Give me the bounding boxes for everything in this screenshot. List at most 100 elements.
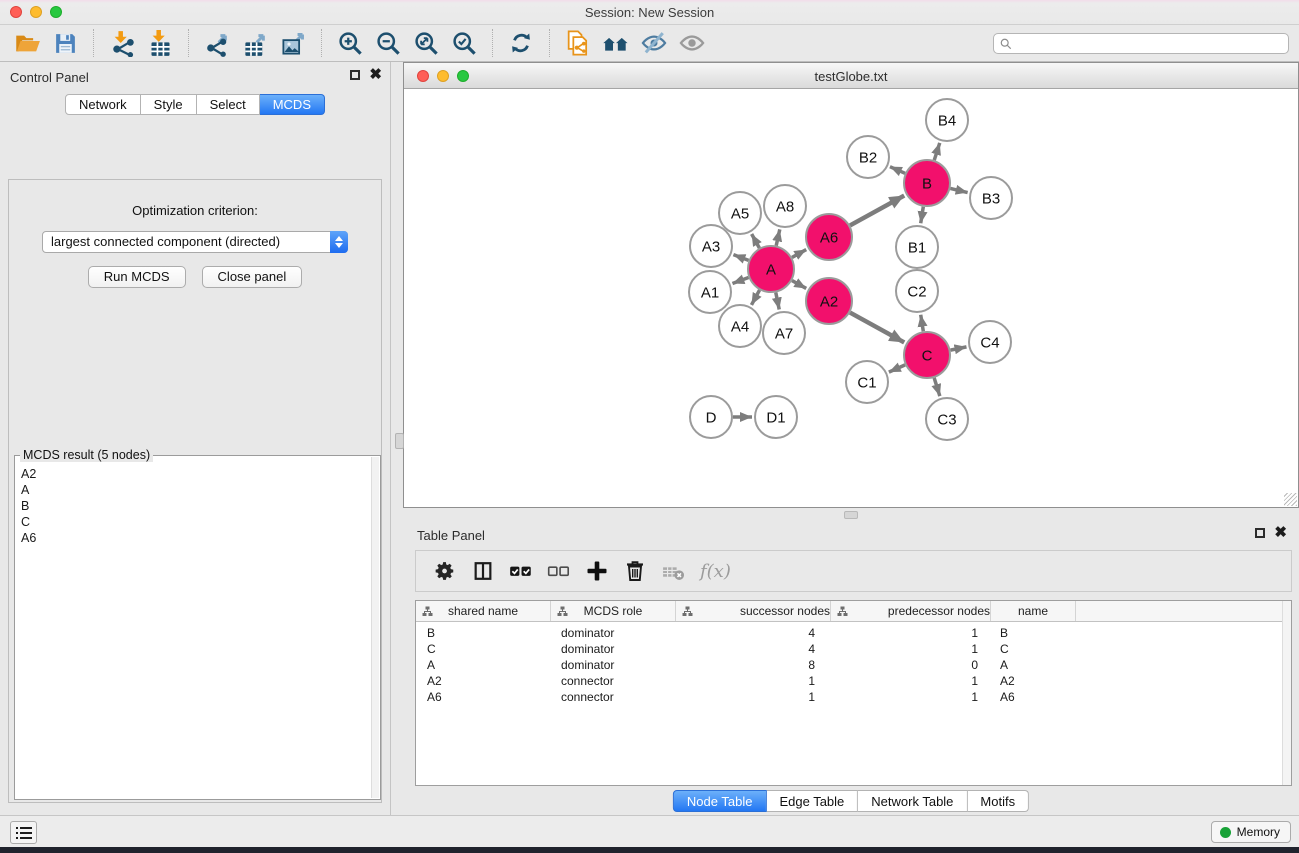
table-cell[interactable]: A <box>416 657 551 673</box>
import-network-button[interactable] <box>106 27 138 59</box>
table-row[interactable]: A6connector11A6 <box>416 689 1282 705</box>
table-settings-button[interactable] <box>428 554 462 588</box>
graph-edge[interactable] <box>850 313 904 343</box>
table-row[interactable]: Cdominator41C <box>416 641 1282 657</box>
search-input[interactable] <box>1018 35 1284 52</box>
tab-network-table[interactable]: Network Table <box>858 790 967 812</box>
horizontal-splitter-handle[interactable] <box>844 511 858 519</box>
graph-edge[interactable] <box>850 196 904 226</box>
table-cell[interactable]: A2 <box>991 673 1076 689</box>
network-graph[interactable]: AA1A2A3A4A5A6A7A8BB1B2B3B4CC1C2C3C4DD1 <box>404 89 1298 507</box>
table-body[interactable]: Bdominator41BCdominator41CAdominator80AA… <box>416 622 1282 785</box>
resize-grip[interactable] <box>1284 493 1297 506</box>
table-cell[interactable]: connector <box>551 673 676 689</box>
show-all-button[interactable] <box>676 27 708 59</box>
close-table-panel-icon[interactable]: ✖ <box>1274 528 1287 538</box>
create-column-button[interactable] <box>580 554 614 588</box>
zoom-in-button[interactable] <box>334 27 366 59</box>
table-cell[interactable]: 8 <box>676 657 831 673</box>
table-cell[interactable]: C <box>991 641 1076 657</box>
mcds-result-list[interactable]: A2ABCA6 <box>16 462 370 798</box>
column-header[interactable]: shared name <box>416 601 551 621</box>
graph-edge[interactable] <box>751 290 759 305</box>
deselect-all-columns-button[interactable] <box>542 554 576 588</box>
tab-node-table[interactable]: Node Table <box>673 790 767 812</box>
table-cell[interactable]: 1 <box>831 625 991 641</box>
first-neighbors-button[interactable] <box>600 27 632 59</box>
zoom-fit-button[interactable] <box>410 27 442 59</box>
delete-table-button[interactable] <box>656 554 690 588</box>
graph-edge[interactable] <box>950 188 967 192</box>
clone-network-button[interactable] <box>562 27 594 59</box>
tab-edge-table[interactable]: Edge Table <box>766 790 858 812</box>
table-row[interactable]: Bdominator41B <box>416 625 1282 641</box>
table-cell[interactable]: A6 <box>416 689 551 705</box>
table-cell[interactable]: connector <box>551 689 676 705</box>
export-network-button[interactable] <box>201 27 233 59</box>
hide-selected-button[interactable] <box>638 27 670 59</box>
list-item[interactable]: B <box>21 498 365 514</box>
table-cell[interactable]: 4 <box>676 625 831 641</box>
graph-edge[interactable] <box>752 234 760 248</box>
list-scrollbar[interactable] <box>371 457 379 798</box>
column-header[interactable]: predecessor nodes <box>831 601 991 621</box>
optimization-criterion-dropdown[interactable]: largest connected component (directed) <box>42 231 348 253</box>
run-mcds-button[interactable]: Run MCDS <box>88 266 186 288</box>
column-header[interactable]: name <box>991 601 1076 621</box>
graph-edge[interactable] <box>921 207 924 224</box>
tab-style[interactable]: Style <box>141 94 197 115</box>
table-cell[interactable]: 1 <box>676 689 831 705</box>
table-cell[interactable]: C <box>416 641 551 657</box>
table-cell[interactable]: 1 <box>831 673 991 689</box>
tab-network[interactable]: Network <box>65 94 141 115</box>
table-cell[interactable]: A6 <box>991 689 1076 705</box>
close-panel-button[interactable]: Close panel <box>202 266 303 288</box>
network-window-titlebar[interactable]: testGlobe.txt <box>404 63 1298 89</box>
table-cell[interactable]: 1 <box>831 689 991 705</box>
zoom-selected-button[interactable] <box>448 27 480 59</box>
float-panel-icon[interactable] <box>350 70 360 80</box>
import-table-button[interactable] <box>144 27 176 59</box>
refresh-button[interactable] <box>505 27 537 59</box>
table-cell[interactable]: 0 <box>831 657 991 673</box>
memory-button[interactable]: Memory <box>1211 821 1291 843</box>
graph-edge[interactable] <box>792 250 806 258</box>
table-cell[interactable]: dominator <box>551 625 676 641</box>
table-cell[interactable]: 4 <box>676 641 831 657</box>
float-table-panel-icon[interactable] <box>1255 528 1265 538</box>
graph-edge[interactable] <box>792 281 806 289</box>
table-cell[interactable]: 1 <box>831 641 991 657</box>
table-cell[interactable]: B <box>416 625 551 641</box>
list-item[interactable]: A6 <box>21 530 365 546</box>
table-cell[interactable]: 1 <box>676 673 831 689</box>
export-table-button[interactable] <box>239 27 271 59</box>
graph-edge[interactable] <box>934 378 940 396</box>
graph-edge[interactable] <box>732 277 748 283</box>
network-canvas[interactable]: AA1A2A3A4A5A6A7A8BB1B2B3B4CC1C2C3C4DD1 <box>404 89 1298 507</box>
graph-edge[interactable] <box>733 255 748 261</box>
graph-edge[interactable] <box>776 229 780 245</box>
task-history-button[interactable] <box>10 821 37 844</box>
open-file-button[interactable] <box>11 27 43 59</box>
graph-edge[interactable] <box>890 167 905 174</box>
table-cell[interactable]: dominator <box>551 641 676 657</box>
list-item[interactable]: A2 <box>21 466 365 482</box>
table-cell[interactable]: A <box>991 657 1076 673</box>
graph-edge[interactable] <box>889 365 905 372</box>
vertical-splitter-handle[interactable] <box>395 433 404 449</box>
function-builder-button[interactable]: f(x) <box>700 561 731 582</box>
table-cell[interactable]: B <box>991 625 1076 641</box>
export-image-button[interactable] <box>277 27 309 59</box>
select-all-columns-button[interactable] <box>504 554 538 588</box>
close-panel-icon[interactable]: ✖ <box>369 70 382 80</box>
table-scrollbar[interactable] <box>1282 601 1291 785</box>
table-cell[interactable]: dominator <box>551 657 676 673</box>
save-session-button[interactable] <box>49 27 81 59</box>
list-item[interactable]: A <box>21 482 365 498</box>
tab-mcds[interactable]: MCDS <box>260 94 325 115</box>
table-row[interactable]: Adominator80A <box>416 657 1282 673</box>
tab-select[interactable]: Select <box>197 94 260 115</box>
graph-edge[interactable] <box>776 293 779 310</box>
search-field[interactable] <box>993 33 1289 54</box>
show-column-button[interactable] <box>466 554 500 588</box>
